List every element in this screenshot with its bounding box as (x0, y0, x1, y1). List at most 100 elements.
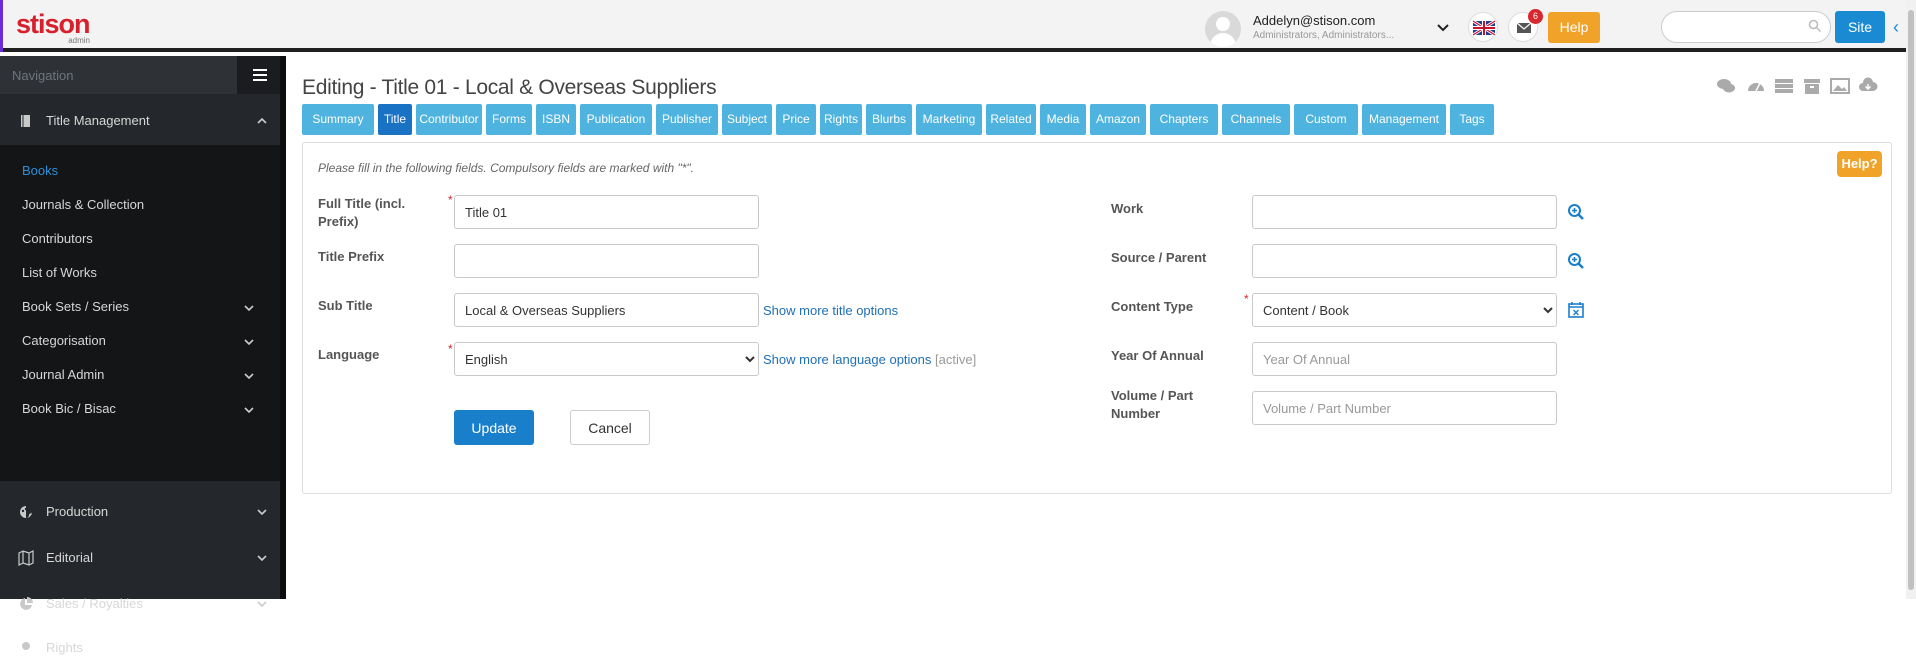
hamburger-icon[interactable] (237, 56, 280, 94)
book-icon (21, 115, 30, 127)
sidebar-section-sales-royalties[interactable]: Sales / Royalties (0, 584, 280, 624)
pie-chart-icon (20, 597, 33, 610)
chevron-up-icon (257, 117, 267, 124)
tab-chapters[interactable]: Chapters (1150, 104, 1218, 135)
messages-count-badge: 6 (1528, 9, 1543, 24)
source-parent-input[interactable] (1252, 244, 1557, 278)
cancel-button[interactable]: Cancel (570, 410, 650, 445)
sidebar-item-books[interactable]: Books (22, 163, 58, 178)
chevron-down-icon (257, 555, 267, 562)
chevron-down-icon (257, 509, 267, 516)
sidebar-item-journal-admin[interactable]: Journal Admin (22, 367, 104, 382)
tab-publication[interactable]: Publication (580, 104, 652, 135)
pin-icon (22, 642, 30, 650)
server-icon[interactable] (1774, 76, 1794, 96)
sidebar-section-label: Title Management (46, 113, 150, 128)
tab-amazon[interactable]: Amazon (1090, 104, 1146, 135)
sidebar-section-title-management[interactable]: Title Management (0, 101, 280, 141)
chevron-down-icon (244, 373, 254, 380)
show-more-language-text[interactable]: Show more language options (763, 352, 931, 367)
tab-isbn[interactable]: ISBN (536, 104, 576, 135)
main-content: Editing - Title 01 - Local & Overseas Su… (286, 56, 1906, 599)
content-type-label: Content Type (1111, 299, 1194, 314)
dashboard-icon[interactable] (1746, 76, 1766, 96)
map-icon (18, 550, 34, 566)
tab-custom[interactable]: Custom (1294, 104, 1358, 135)
volume-part-label: Volume / Part Number (1111, 388, 1194, 421)
sub-title-input[interactable] (454, 293, 759, 327)
tab-publisher[interactable]: Publisher (656, 104, 718, 135)
volume-part-input[interactable] (1252, 391, 1557, 425)
tab-blurbs[interactable]: Blurbs (866, 104, 912, 135)
navigation-label: Navigation (12, 68, 74, 83)
magnify-plus-icon[interactable] (1567, 252, 1585, 270)
sidebar-item-journals[interactable]: Journals & Collection (22, 197, 144, 212)
page-scrollbar[interactable] (1906, 0, 1916, 599)
tab-summary[interactable]: Summary (302, 104, 374, 135)
title-form-panel: Help? Please fill in the following field… (302, 142, 1892, 494)
logo-text: stison (16, 9, 91, 39)
tab-price[interactable]: Price (776, 104, 816, 135)
sidebar-section-label: Editorial (46, 550, 93, 565)
search-input[interactable] (1661, 11, 1831, 43)
title-prefix-input[interactable] (454, 244, 759, 278)
brand-logo[interactable]: stison admin (16, 10, 96, 46)
tab-title[interactable]: Title (378, 104, 412, 135)
update-button[interactable]: Update (454, 410, 534, 445)
search-icon[interactable] (1808, 19, 1822, 33)
page-toolbar (1716, 76, 1906, 96)
full-title-label: Full Title (incl. Prefix) (318, 196, 406, 229)
sidebar-section-label: Rights (46, 640, 83, 655)
language-select[interactable]: English (454, 342, 759, 376)
user-menu[interactable]: Addelyn@stison.com Administrators, Admin… (1205, 9, 1455, 47)
sub-title-label: Sub Title (318, 298, 373, 313)
chevron-down-icon (244, 407, 254, 414)
show-more-title-link[interactable]: Show more title options (763, 303, 898, 318)
tab-rights[interactable]: Rights (820, 104, 862, 135)
year-of-annual-input[interactable] (1252, 342, 1557, 376)
tab-tags[interactable]: Tags (1450, 104, 1494, 135)
tab-subject[interactable]: Subject (722, 104, 772, 135)
archive-icon[interactable] (1802, 76, 1822, 96)
form-help-button[interactable]: Help? (1837, 151, 1882, 177)
work-input[interactable] (1252, 195, 1557, 229)
calendar-clear-icon[interactable] (1567, 301, 1585, 319)
tab-forms[interactable]: Forms (486, 104, 532, 135)
sidebar-item-book-sets[interactable]: Book Sets / Series (22, 299, 129, 314)
required-marker: * (1244, 292, 1249, 306)
chevron-down-icon[interactable] (1435, 19, 1451, 35)
tab-contributor[interactable]: Contributor (416, 104, 482, 135)
accent-stripe (0, 0, 3, 52)
required-marker: * (448, 193, 453, 207)
image-icon[interactable] (1830, 76, 1850, 96)
tab-related[interactable]: Related (986, 104, 1036, 135)
sidebar-item-list-of-works[interactable]: List of Works (22, 265, 97, 280)
show-more-language-link[interactable]: Show more language options [active] (763, 352, 976, 367)
language-flag-button[interactable] (1468, 12, 1498, 42)
tab-media[interactable]: Media (1040, 104, 1086, 135)
cloud-download-icon[interactable] (1858, 76, 1878, 96)
uk-flag-icon (1472, 19, 1496, 37)
page-title: Editing - Title 01 - Local & Overseas Su… (302, 76, 717, 99)
help-button[interactable]: Help (1548, 12, 1600, 43)
sidebar-section-production[interactable]: Production (0, 492, 280, 532)
title-management-submenu: Books Journals & Collection Contributors… (0, 145, 280, 481)
sidebar-item-book-bic[interactable]: Book Bic / Bisac (22, 401, 116, 416)
magnify-plus-icon[interactable] (1567, 203, 1585, 221)
content-type-select[interactable]: Content / Book (1252, 293, 1557, 327)
site-button[interactable]: Site (1835, 11, 1885, 43)
tab-marketing[interactable]: Marketing (916, 104, 982, 135)
full-title-input[interactable] (454, 195, 759, 229)
sidebar-header: Navigation (0, 56, 280, 94)
sidebar-item-categorisation[interactable]: Categorisation (22, 333, 106, 348)
sidebar-item-contributors[interactable]: Contributors (22, 231, 93, 246)
sidebar: Navigation Title Management Books Journa… (0, 56, 280, 655)
tab-management[interactable]: Management (1362, 104, 1446, 135)
chevron-left-icon[interactable]: ‹ (1893, 17, 1905, 37)
chevron-down-icon (257, 601, 267, 608)
sidebar-section-rights[interactable]: Rights (0, 628, 280, 668)
tab-channels[interactable]: Channels (1222, 104, 1290, 135)
sidebar-section-editorial[interactable]: Editorial (0, 538, 280, 578)
palette-icon (20, 506, 32, 518)
comments-icon[interactable] (1716, 76, 1736, 96)
